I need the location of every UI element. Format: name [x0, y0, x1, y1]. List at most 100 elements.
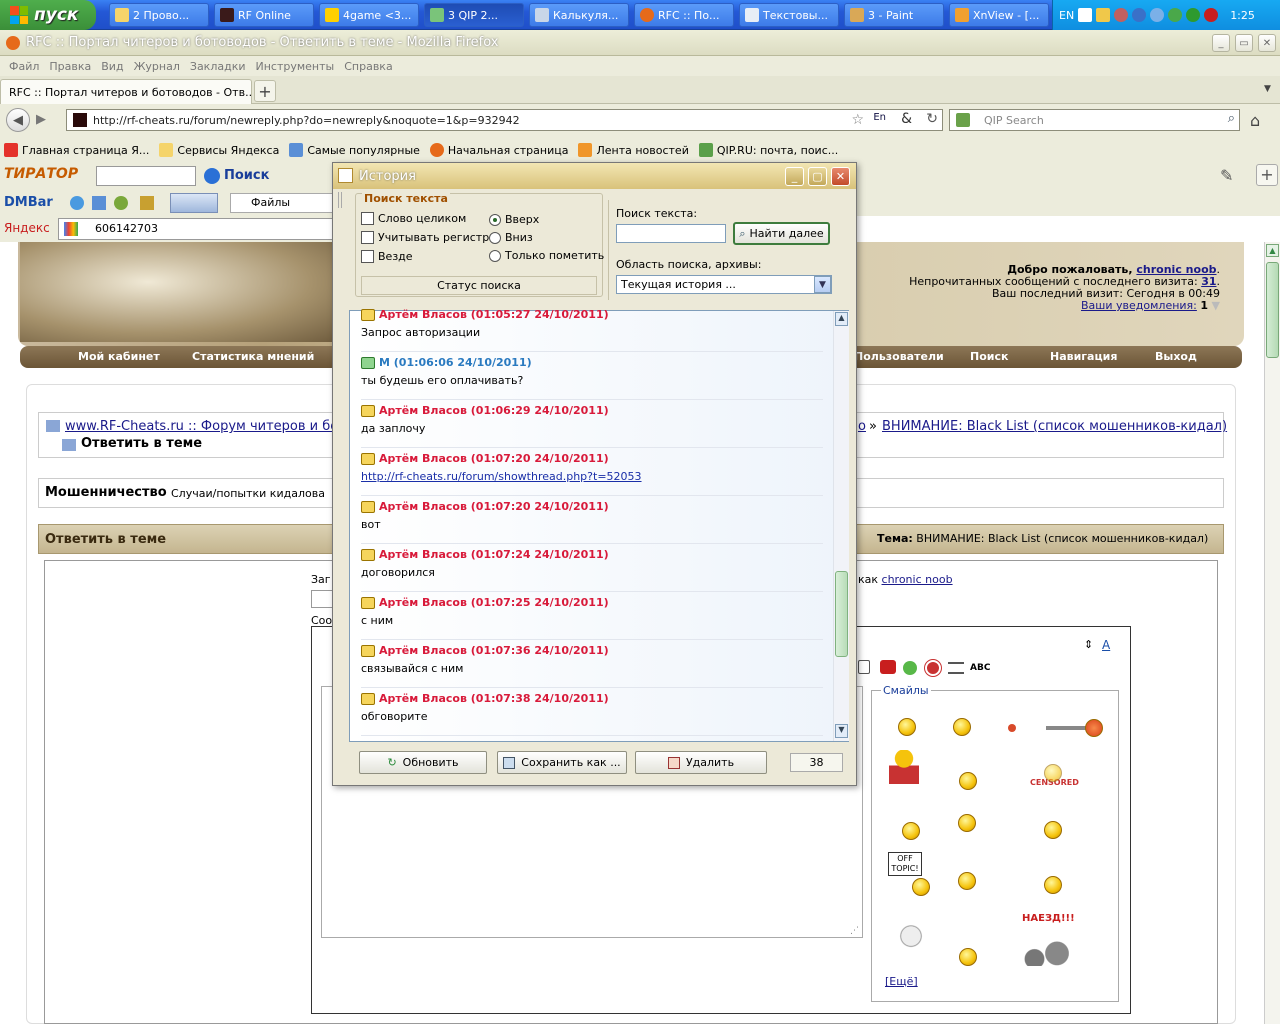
nav-search[interactable]: Поиск: [970, 350, 1008, 363]
yandex-logo[interactable]: Яндекс: [4, 221, 50, 235]
taskbar-item-calculator[interactable]: Калькуля...: [529, 3, 629, 27]
wink-smile-icon[interactable]: [959, 948, 977, 966]
forward-button[interactable]: ▶: [36, 112, 46, 127]
taskbar-item-firefox[interactable]: RFC :: По...: [634, 3, 734, 27]
whole-word-checkbox[interactable]: Слово целиком: [361, 212, 466, 225]
grin-smile-icon[interactable]: [902, 822, 920, 840]
bookmark-news-feed[interactable]: Лента новостей: [578, 143, 689, 157]
wrench-icon[interactable]: ✎: [1220, 166, 1233, 185]
bookmark-qip[interactable]: QIP.RU: почта, поис...: [698, 143, 838, 157]
nav-my-cabinet[interactable]: Мой кабинет: [78, 350, 160, 363]
stop-icon[interactable]: [924, 659, 942, 677]
direction-down-radio[interactable]: Вниз: [489, 231, 533, 244]
notifications-link[interactable]: Ваши уведомления:: [1081, 299, 1197, 312]
history-close-button[interactable]: ✕: [831, 167, 850, 186]
blush-smile-icon[interactable]: [1044, 821, 1062, 839]
history-minimize-button[interactable]: _: [785, 167, 804, 186]
menu-history[interactable]: Журнал: [129, 60, 185, 73]
tools-icon[interactable]: [140, 196, 154, 210]
taskbar-item-paint[interactable]: 3 - Paint: [844, 3, 944, 27]
find-next-button[interactable]: ⌕ Найти далее: [733, 222, 830, 245]
radio-dot[interactable]: [489, 231, 501, 244]
match-case-checkbox[interactable]: Учитывать регистр: [361, 231, 489, 244]
tiratop-search-input[interactable]: [96, 166, 196, 186]
direction-up-radio[interactable]: Вверх: [489, 213, 539, 226]
message-link[interactable]: http://rf-cheats.ru/forum/showthread.php…: [361, 470, 642, 483]
minimize-button[interactable]: _: [1212, 34, 1230, 52]
add-icon[interactable]: [70, 196, 84, 210]
tray-app-icon[interactable]: [1096, 8, 1111, 22]
taskbar-item-xnview[interactable]: XnView - [...: [949, 3, 1049, 27]
angry-smile-icon[interactable]: [1085, 719, 1103, 737]
new-tab-button[interactable]: +: [254, 80, 276, 102]
radio-dot[interactable]: [489, 249, 501, 262]
accordion-smile-icon[interactable]: [889, 750, 919, 784]
taskbar-item-4game[interactable]: 4game <3...: [319, 3, 419, 27]
bookmark-yandex-services[interactable]: Сервисы Яндекса: [159, 143, 279, 157]
play-icon[interactable]: [903, 661, 917, 675]
taskbar-item-text[interactable]: Текстовы...: [739, 3, 839, 27]
qip-search-engine-icon[interactable]: [956, 113, 970, 127]
mark-only-radio[interactable]: Только пометить: [489, 249, 604, 262]
menu-view[interactable]: Вид: [96, 60, 128, 73]
search-text-input[interactable]: [616, 224, 726, 243]
language-switch-icon[interactable]: En: [873, 112, 886, 123]
network-icon[interactable]: [1150, 8, 1165, 22]
resize-handle-icon[interactable]: ⋰: [850, 926, 859, 936]
maximize-button[interactable]: ▭: [1235, 34, 1253, 52]
tiratop-logo[interactable]: ТИРАТОР: [4, 166, 78, 182]
radio-dot[interactable]: [489, 213, 501, 226]
checkbox-box[interactable]: [361, 212, 374, 225]
history-maximize-button[interactable]: ▢: [808, 167, 827, 186]
save-as-button[interactable]: Сохранить как ...: [497, 751, 627, 774]
quote-icon[interactable]: [858, 660, 870, 674]
resize-toggle-icon[interactable]: ⇕: [1084, 638, 1093, 651]
windows-icon[interactable]: [92, 196, 106, 210]
taskbar-item-explorer[interactable]: 2 Прово...: [109, 3, 209, 27]
help-icon[interactable]: [1078, 8, 1093, 22]
scroll-up-icon[interactable]: ▲: [1266, 244, 1279, 257]
dmbar-status-button[interactable]: [170, 193, 218, 213]
sign-smile-icon[interactable]: [1044, 876, 1062, 894]
font-size-icon[interactable]: A: [1102, 638, 1110, 652]
google-icon[interactable]: [64, 222, 78, 236]
smile-icon[interactable]: [898, 718, 916, 736]
tiny-smile-icon[interactable]: [1008, 724, 1016, 732]
browser-tab[interactable]: RFC :: Портал читеров и ботоводов - Отв.…: [0, 79, 252, 104]
scroll-up-icon[interactable]: ▲: [835, 312, 848, 326]
green-status-icon[interactable]: [1186, 8, 1201, 22]
format-icon[interactable]: [948, 662, 964, 674]
breadcrumb-thread-link[interactable]: ВНИМАНИЕ: Black List (список мошенников-…: [882, 419, 1227, 434]
cool-smile-icon[interactable]: [953, 718, 971, 736]
checkbox-box[interactable]: [361, 231, 374, 244]
ati-icon[interactable]: [1204, 8, 1219, 22]
everywhere-checkbox[interactable]: Везде: [361, 250, 413, 263]
start-button[interactable]: пуск: [0, 0, 96, 30]
search-input[interactable]: QIP Search ⌕: [949, 109, 1240, 131]
bookmark-start-page[interactable]: Начальная страница: [429, 143, 568, 157]
dance-smile-icon[interactable]: [958, 872, 976, 890]
snowman-icon[interactable]: [888, 920, 934, 966]
title-input[interactable]: [311, 590, 333, 608]
youtube-icon[interactable]: [880, 660, 896, 674]
taskbar-item-rf-online[interactable]: RF Online: [214, 3, 314, 27]
bookmark-yandex-home[interactable]: Главная страница Я...: [4, 143, 149, 157]
globe-icon[interactable]: [114, 196, 128, 210]
chevron-down-icon[interactable]: ▼: [814, 276, 831, 293]
panel-grip[interactable]: [338, 192, 342, 208]
scroll-down-icon[interactable]: ▼: [835, 724, 848, 738]
more-smilies-link[interactable]: [Ещё]: [885, 975, 918, 988]
nav-logout[interactable]: Выход: [1155, 350, 1197, 363]
shield-icon[interactable]: [1132, 8, 1147, 22]
page-scroll-thumb[interactable]: [1266, 262, 1279, 358]
checkbox-box[interactable]: [361, 250, 374, 263]
taskbar-item-qip[interactable]: 3 QIP 2...: [424, 3, 524, 27]
menu-file[interactable]: Файл: [4, 60, 44, 73]
add-toolbar-button[interactable]: +: [1256, 164, 1278, 186]
history-scrollbar[interactable]: ▲ ▼: [833, 311, 849, 741]
bookmark-most-visited[interactable]: Самые популярные: [289, 143, 420, 157]
star-icon[interactable]: ☆: [851, 112, 864, 128]
laugh-smile-icon[interactable]: [958, 814, 976, 832]
refresh-button[interactable]: ↻ Обновить: [359, 751, 487, 774]
nav-users[interactable]: Пользователи: [854, 350, 944, 363]
